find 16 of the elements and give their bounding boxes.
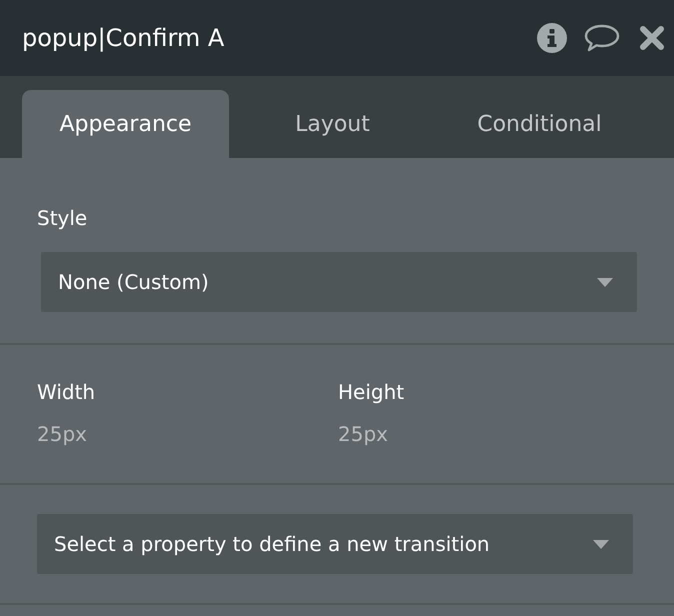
tab[interactable]: Conditional [436,90,643,158]
tab[interactable]: Appearance [22,90,229,158]
close-icon[interactable] [640,26,664,50]
size-label: Width [37,379,96,406]
size-value: 25px [338,421,389,448]
info-icon[interactable] [537,23,567,53]
transition-dropdown[interactable]: Select a property to define a new transition [37,514,633,574]
speech-bubble-icon[interactable] [584,24,620,52]
size-label: Height [338,379,406,406]
style-dropdown[interactable]: None (Custom) [41,252,637,312]
style-label: Style [37,205,88,232]
size-value: 25px [37,421,88,448]
caret-icon [597,278,613,286]
panel-title: popup|Confirm A [22,23,224,54]
caret-icon [593,540,609,548]
tab[interactable]: Layout [229,90,436,158]
